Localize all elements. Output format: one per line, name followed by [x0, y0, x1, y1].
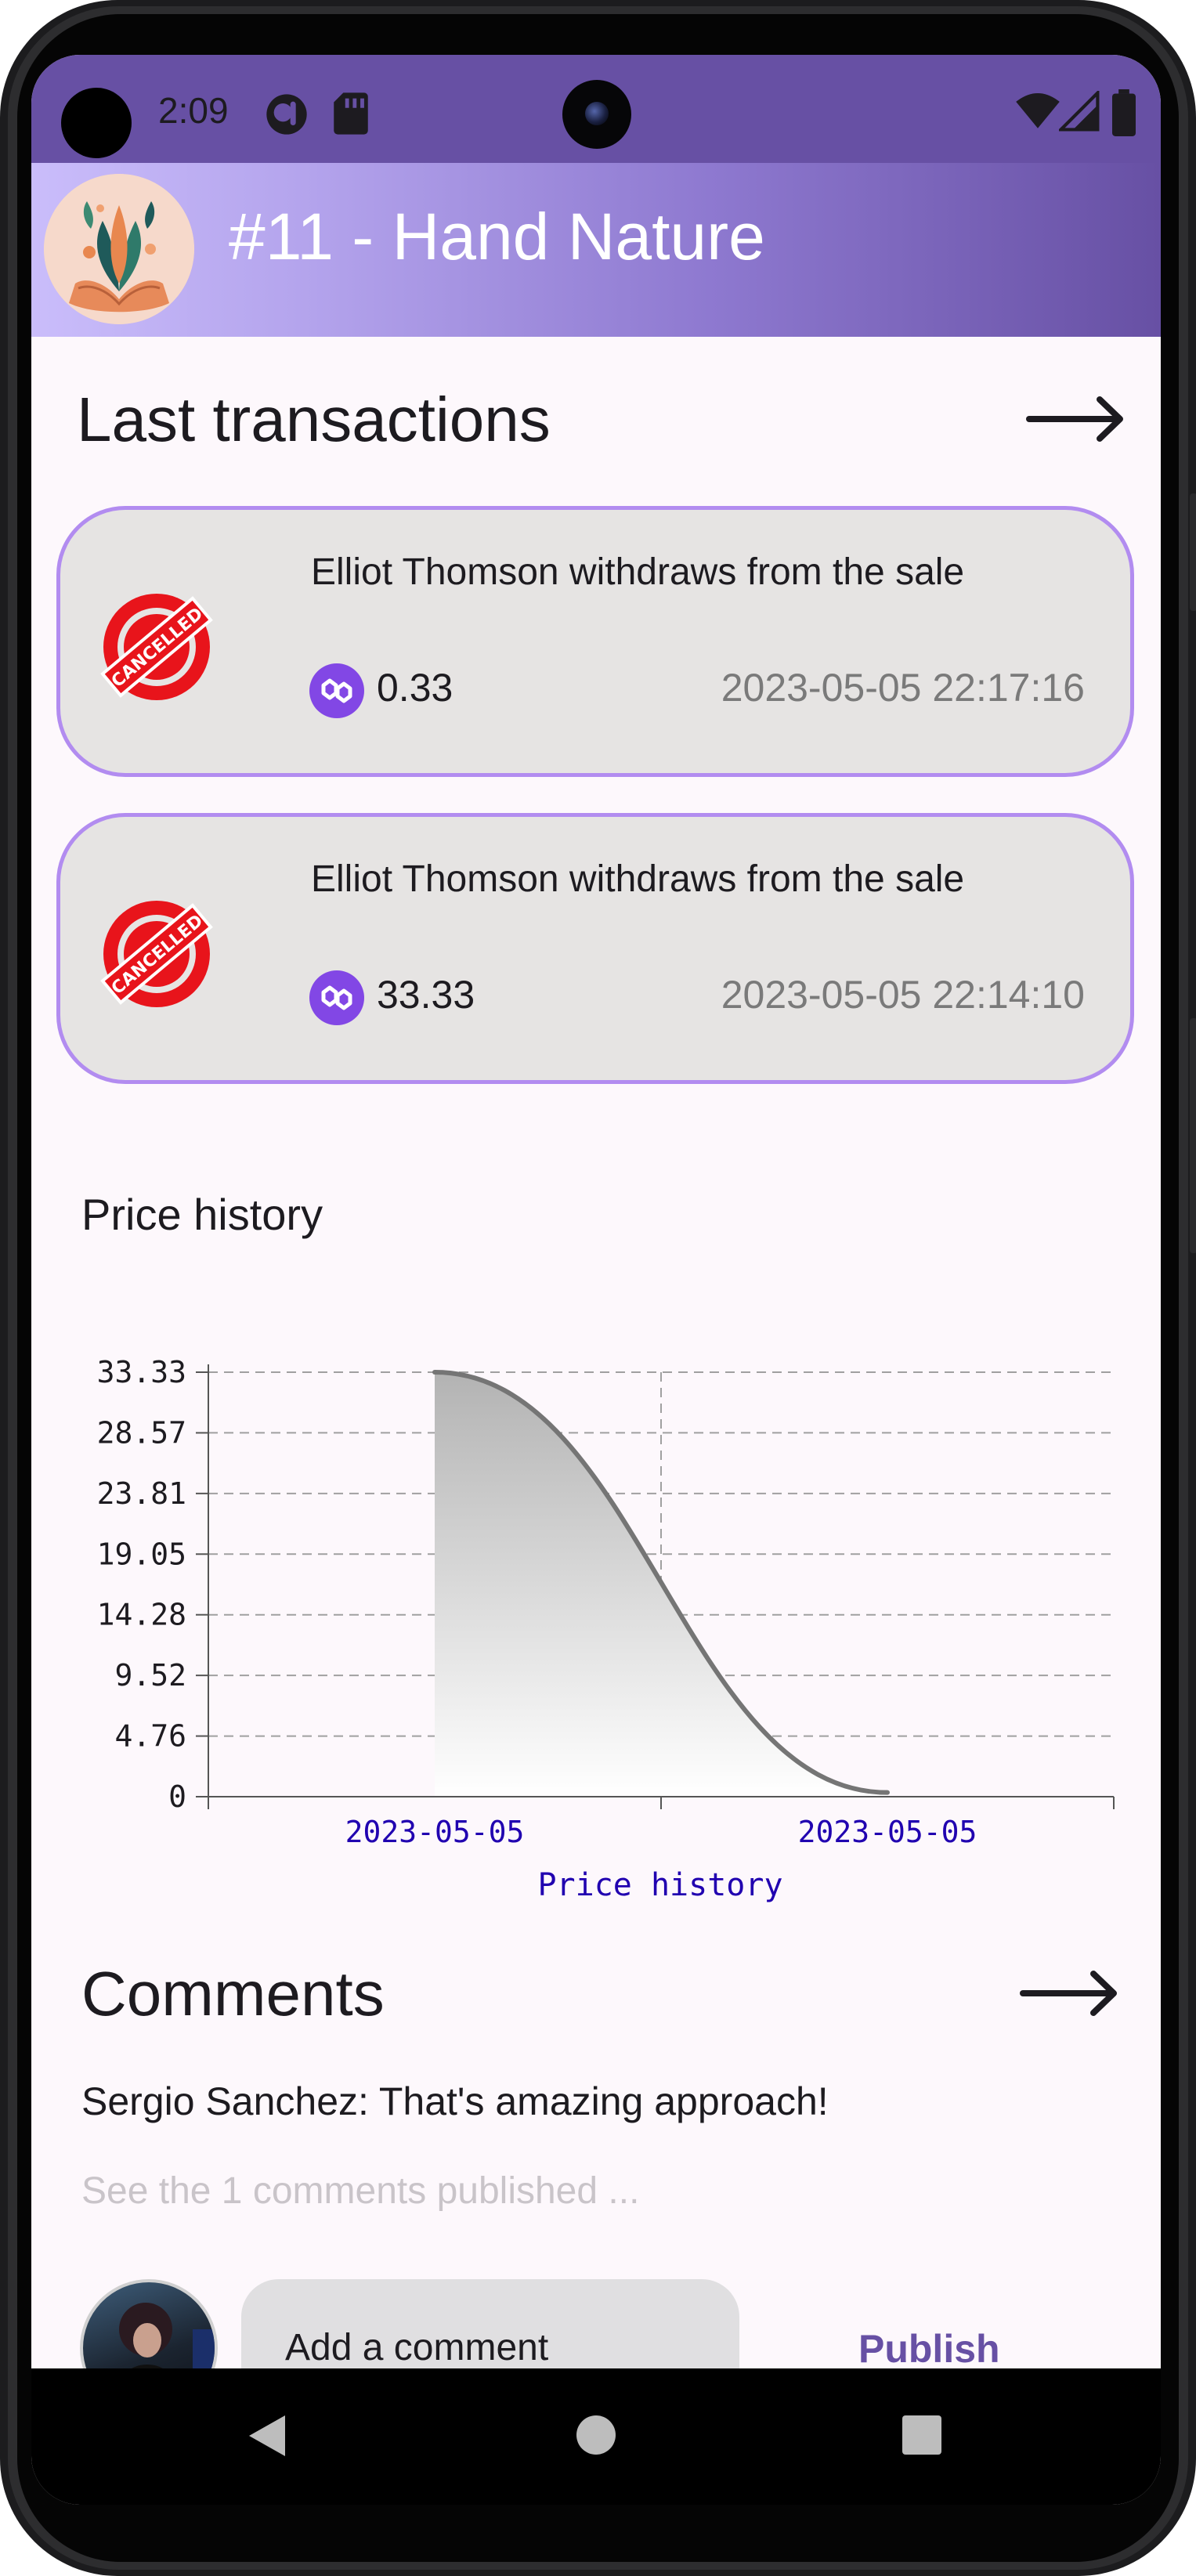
power-button	[1190, 493, 1196, 611]
chart-y-tick-label: 4.76	[114, 1719, 186, 1754]
chart-y-tick-label: 9.52	[114, 1658, 186, 1693]
transaction-amount: 0.33	[377, 666, 453, 710]
chart-x-ticks: 2023-05-05 2023-05-05	[208, 1797, 1115, 1849]
nft-title: #11 - Hand Nature	[229, 200, 765, 273]
nav-recents-icon[interactable]	[902, 2415, 941, 2455]
chart-y-tick-label: 14.28	[97, 1598, 186, 1632]
chart-y-ticks: 0 4.76 9.52 14.28 19.05 23.81 28.57 33.33	[97, 1355, 208, 1814]
system-nav-bar	[31, 2368, 1161, 2505]
polygon-matic-icon	[309, 970, 364, 1025]
cancelled-stamp-icon: CANCELLED	[100, 901, 213, 1007]
transaction-card[interactable]: CANCELLED Elliot Thomson withdraws from …	[56, 813, 1134, 1084]
app-bar: #11 - Hand Nature	[31, 163, 1161, 337]
transaction-description: Elliot Thomson withdraws from the sale	[311, 858, 965, 900]
signal-icon	[1059, 91, 1100, 132]
nft-thumbnail[interactable]	[44, 174, 194, 324]
camera-lens	[585, 102, 609, 125]
nav-back-icon[interactable]	[244, 2412, 288, 2459]
first-comment: Sergio Sanchez: That's amazing approach!	[81, 2079, 829, 2123]
transaction-amount: 33.33	[377, 973, 475, 1017]
chart-y-tick-label: 23.81	[97, 1476, 186, 1511]
transaction-description: Elliot Thomson withdraws from the sale	[311, 551, 965, 593]
transaction-date: 2023-05-05 22:14:10	[721, 973, 1085, 1017]
transactions-heading: Last transactions	[77, 385, 551, 454]
chart-data-point	[885, 1790, 890, 1795]
screen: 2:09 #11 - Hand Nature Last transactions…	[31, 55, 1161, 2505]
wifi-icon	[1016, 93, 1060, 128]
chart-area-series	[432, 1370, 890, 1797]
battery-icon	[1112, 89, 1136, 136]
comments-heading: Comments	[81, 1959, 385, 2029]
status-time: 2:09	[158, 90, 229, 131]
publish-button[interactable]: Publish	[858, 2326, 1000, 2372]
nav-home-icon[interactable]	[576, 2415, 616, 2455]
chart-y-tick-label: 19.05	[97, 1537, 186, 1571]
chart-y-tick-label: 0	[168, 1779, 186, 1814]
status-indicator-dot	[61, 88, 132, 158]
price-history-heading: Price history	[81, 1190, 323, 1239]
see-all-comments-link[interactable]: See the 1 comments published ...	[81, 2170, 639, 2213]
chart-x-tick-label: 2023-05-05	[798, 1815, 977, 1849]
volume-button	[1190, 1018, 1196, 1253]
cast-icon	[266, 94, 307, 135]
arrow-right-icon[interactable]	[1020, 1966, 1120, 2021]
chart-data-point	[432, 1370, 437, 1375]
polygon-matic-icon	[309, 663, 364, 718]
transaction-card[interactable]: CANCELLED Elliot Thomson withdraws from …	[56, 506, 1134, 777]
hands-plants-illustration	[44, 174, 194, 324]
price-history-chart: 0 4.76 9.52 14.28 19.05 23.81 28.57 33.33 2023-…	[97, 1355, 1115, 1903]
sd-card-icon	[334, 92, 368, 135]
chart-x-tick-label: 2023-05-05	[345, 1815, 525, 1849]
chart-y-tick-label: 28.57	[97, 1415, 186, 1450]
arrow-right-icon[interactable]	[1026, 392, 1126, 446]
status-bar: 2:09	[31, 55, 1161, 163]
chart-x-axis-label: Price history	[537, 1867, 782, 1903]
cancelled-stamp-icon: CANCELLED	[100, 594, 213, 700]
chart-y-tick-label: 33.33	[97, 1355, 186, 1389]
transaction-date: 2023-05-05 22:17:16	[721, 666, 1085, 710]
